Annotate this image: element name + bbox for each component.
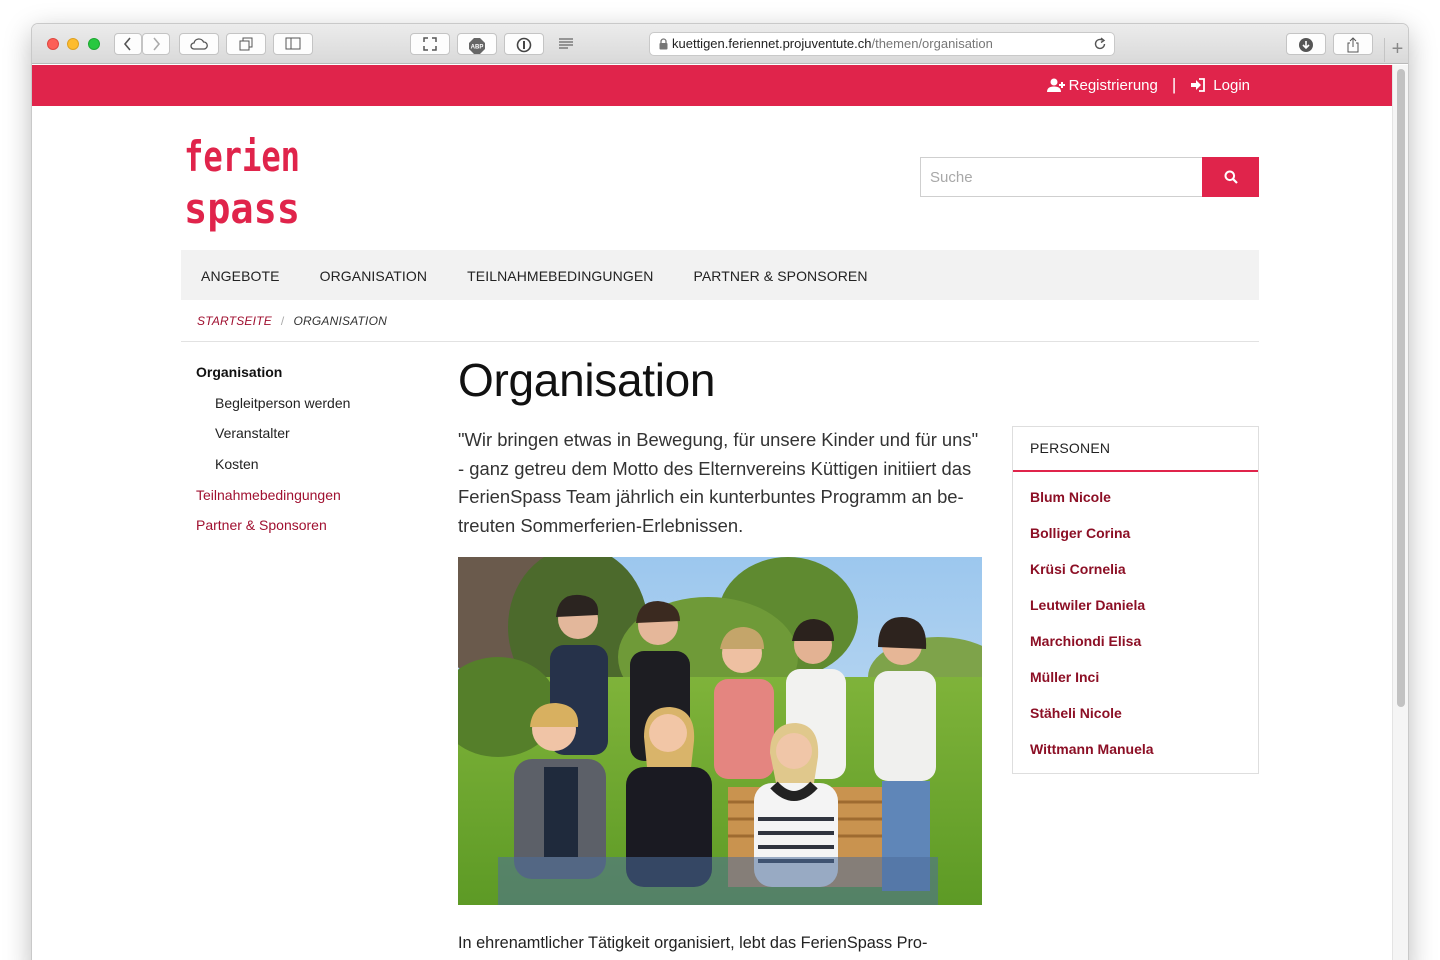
persons-heading: PERSONEN	[1013, 427, 1258, 472]
lock-icon	[659, 38, 668, 50]
tabs-icon	[239, 37, 253, 51]
login-link[interactable]: Login	[1190, 77, 1250, 94]
top-bar: Registrierung | Login	[32, 65, 1392, 106]
side-nav: Organisation Begleitperson werden Verans…	[196, 362, 350, 546]
team-photo	[458, 557, 982, 905]
browser-window: ABP kuettigen.feriennet.projuventute.ch/…	[32, 24, 1408, 960]
divider	[181, 341, 1259, 342]
nav-item-organisation[interactable]: ORGANISATION	[300, 250, 448, 300]
add-user-icon	[1046, 78, 1065, 92]
sign-in-icon	[1191, 78, 1206, 92]
close-window-button[interactable]	[47, 38, 59, 50]
password-manager-button[interactable]	[504, 33, 544, 55]
browser-toolbar: ABP kuettigen.feriennet.projuventute.ch/…	[32, 24, 1408, 64]
sidebar-item-teilnahmebedingungen[interactable]: Teilnahmebedingungen	[196, 485, 350, 516]
url-path: /themen/organisation	[871, 36, 993, 51]
person-link[interactable]: Müller Inci	[1030, 666, 1241, 702]
breadcrumb: STARTSEITE / ORGANISATION	[197, 314, 387, 328]
person-link[interactable]: Leutwiler Daniela	[1030, 594, 1241, 630]
nav-item-angebote[interactable]: ANGEBOTE	[181, 250, 300, 300]
sidebar-item-organisation[interactable]: Organisation	[196, 362, 350, 393]
page-scrollbar[interactable]	[1392, 65, 1408, 960]
topbar-separator: |	[1171, 75, 1177, 94]
person-link[interactable]: Marchiondi Elisa	[1030, 630, 1241, 666]
search-form	[920, 157, 1259, 197]
logo-line-1: ferien	[184, 132, 300, 181]
breadcrumb-separator: /	[280, 314, 285, 328]
search-input[interactable]	[920, 157, 1202, 197]
main-nav: ANGEBOTE ORGANISATION TEILNAHMEBEDINGUNG…	[181, 250, 1259, 300]
person-link[interactable]: Krüsi Cornelia	[1030, 558, 1241, 594]
reader-icon[interactable]	[558, 37, 574, 55]
forward-button[interactable]	[142, 33, 170, 55]
body-text: In ehrenamtlicher Tätigkeit organisiert,…	[458, 934, 928, 952]
nav-item-teilnahmebedingungen[interactable]: TEILNAHMEBEDINGUNGEN	[447, 250, 673, 300]
search-button[interactable]	[1202, 157, 1259, 197]
scrollbar-thumb[interactable]	[1397, 69, 1405, 707]
sidebar-item-kosten[interactable]: Kosten	[196, 454, 350, 485]
login-label: Login	[1213, 76, 1250, 94]
download-icon	[1299, 38, 1313, 52]
breadcrumb-current: ORGANISATION	[293, 314, 387, 328]
sidebar-item-begleitperson[interactable]: Begleitperson werden	[196, 393, 350, 424]
url-text: kuettigen.feriennet.projuventute.ch/them…	[672, 33, 993, 55]
reload-icon[interactable]	[1093, 37, 1107, 51]
share-icon	[1347, 37, 1359, 53]
person-link[interactable]: Wittmann Manuela	[1030, 738, 1241, 774]
expand-icon	[423, 37, 437, 51]
register-label: Registrierung	[1068, 76, 1158, 94]
sidebar-item-partner-sponsoren[interactable]: Partner & Sponsoren	[196, 515, 350, 546]
sidebar-item-veranstalter[interactable]: Veranstalter	[196, 423, 350, 454]
chevron-right-icon	[153, 37, 161, 51]
adblock-button[interactable]: ABP	[457, 33, 497, 55]
address-bar[interactable]: kuettigen.feriennet.projuventute.ch/them…	[649, 32, 1115, 56]
icloud-button[interactable]	[179, 33, 219, 55]
ferienspass-logo[interactable]: ferien spass	[182, 127, 302, 235]
zoom-window-button[interactable]	[88, 38, 100, 50]
sidebar-toggle-button[interactable]	[273, 33, 313, 55]
cloud-icon	[190, 38, 208, 50]
persons-list: Blum Nicole Bolliger Corina Krüsi Cornel…	[1013, 472, 1258, 774]
search-icon	[1224, 170, 1238, 184]
adblock-icon: ABP	[469, 38, 485, 54]
web-page: Registrierung | Login ferien spass ANGEB…	[32, 65, 1392, 960]
page-title: Organisation	[458, 354, 716, 406]
logo-line-2: spass	[184, 184, 300, 233]
sidebar-icon	[285, 37, 301, 50]
new-tab-button[interactable]: +	[1384, 38, 1408, 62]
nav-item-partner-sponsoren[interactable]: PARTNER & SPONSOREN	[673, 250, 887, 300]
url-host: kuettigen.feriennet.projuventute.ch	[672, 36, 872, 51]
share-button[interactable]	[1333, 33, 1373, 55]
fullscreen-button[interactable]	[410, 33, 450, 55]
intro-text: "Wir bringen etwas in Bewegung, für unse…	[458, 429, 979, 536]
person-link[interactable]: Stäheli Nicole	[1030, 702, 1241, 738]
minimize-window-button[interactable]	[67, 38, 79, 50]
tabs-overview-button[interactable]	[226, 33, 266, 55]
svg-text:ABP: ABP	[471, 45, 484, 51]
register-link[interactable]: Registrierung	[1046, 77, 1158, 94]
persons-panel: PERSONEN Blum Nicole Bolliger Corina Krü…	[1012, 426, 1259, 774]
chevron-left-icon	[123, 37, 131, 51]
person-link[interactable]: Blum Nicole	[1030, 486, 1241, 522]
key-icon	[516, 37, 532, 53]
downloads-button[interactable]	[1286, 33, 1326, 55]
person-link[interactable]: Bolliger Corina	[1030, 522, 1241, 558]
back-button[interactable]	[114, 33, 142, 55]
breadcrumb-home[interactable]: STARTSEITE	[197, 314, 272, 328]
